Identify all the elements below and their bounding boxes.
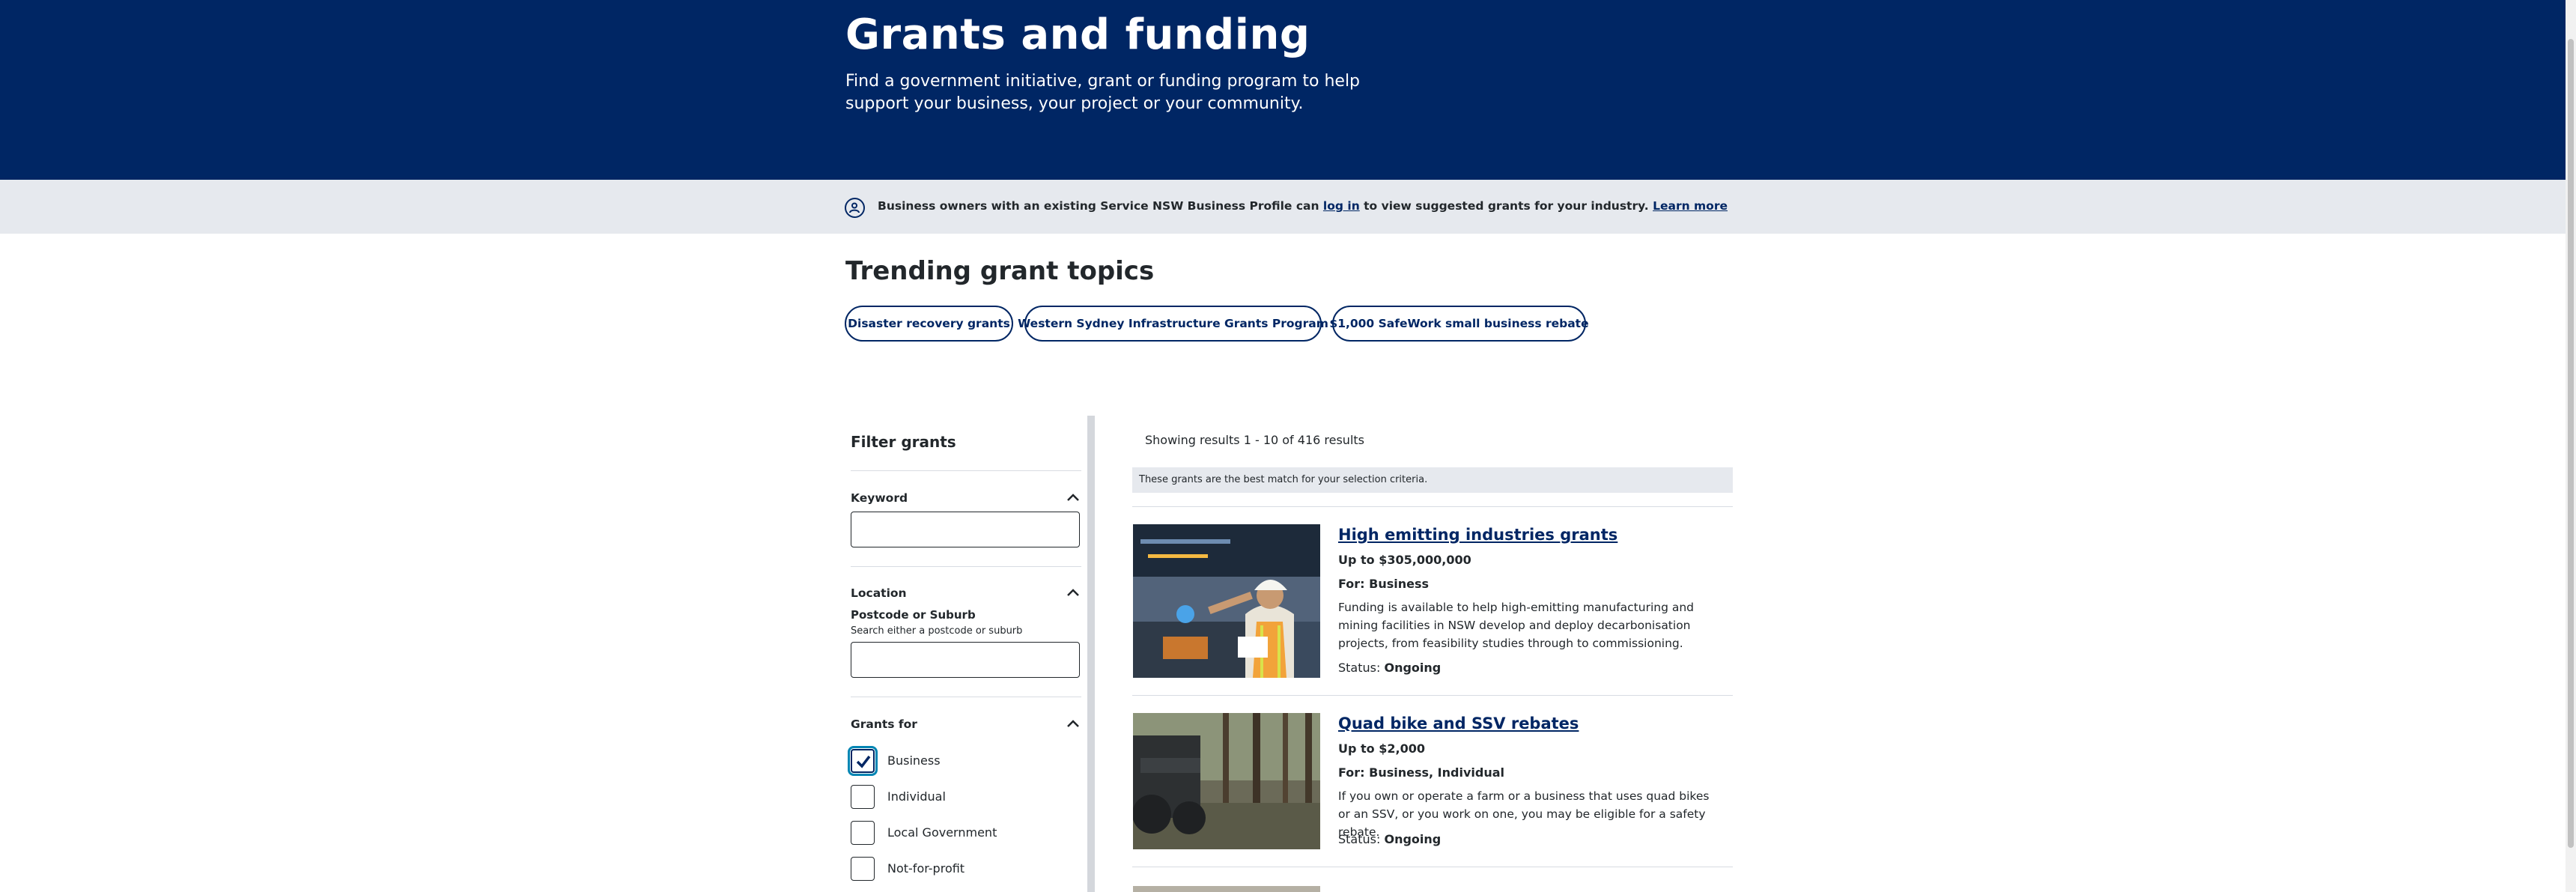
- scrollbar-thumb[interactable]: [2568, 39, 2574, 848]
- keyword-input[interactable]: [851, 512, 1080, 547]
- page-title: Grants and funding: [845, 10, 1310, 59]
- filter-scrollbar[interactable]: [1087, 416, 1095, 892]
- result-status-label: Status:: [1338, 832, 1381, 846]
- chevron-up-icon[interactable]: [1066, 588, 1080, 597]
- result-divider: [1132, 695, 1733, 696]
- individual-option-label[interactable]: Individual: [887, 789, 946, 804]
- page-intro: Find a government initiative, grant or f…: [845, 72, 1361, 113]
- result-title-link[interactable]: Quad bike and SSV rebates: [1338, 714, 1579, 732]
- postcode-label: Postcode or Suburb: [851, 608, 976, 622]
- best-match-notice: These grants are the best match for your…: [1132, 467, 1733, 493]
- checkmark-icon: [856, 755, 871, 768]
- notice-text-end: to view suggested grants for your indust…: [1359, 199, 1653, 213]
- local-government-option-label[interactable]: Local Government: [887, 825, 997, 840]
- best-match-text: These grants are the best match for your…: [1139, 474, 1428, 485]
- grants-for-label: Grants for: [851, 717, 917, 731]
- user-profile-icon: [845, 198, 865, 218]
- learn-more-link[interactable]: Learn more: [1653, 199, 1728, 213]
- location-label: Location: [851, 586, 907, 600]
- individual-checkbox[interactable]: [851, 785, 875, 809]
- postcode-input[interactable]: [851, 642, 1080, 678]
- results-count: Showing results 1 - 10 of 416 results: [1145, 433, 1364, 447]
- filter-divider: [851, 566, 1081, 567]
- business-profile-notice: Business owners with an existing Service…: [0, 180, 2566, 234]
- result-status-value: Ongoing: [1384, 832, 1442, 846]
- result-status-label: Status:: [1338, 661, 1381, 675]
- result-image-industrial-worker[interactable]: [1133, 524, 1320, 678]
- topic-pill-western-sydney[interactable]: Western Sydney Infrastructure Grants Pro…: [1018, 306, 1328, 342]
- result-image-partial[interactable]: [1133, 886, 1320, 892]
- filter-divider: [851, 470, 1081, 471]
- filter-heading: Filter grants: [851, 433, 956, 451]
- result-divider: [1132, 506, 1733, 507]
- notice-text-start: Business owners with an existing Service…: [878, 199, 1323, 213]
- page-scrollbar[interactable]: [2566, 0, 2576, 892]
- notice-text: Business owners with an existing Service…: [878, 199, 1728, 213]
- not-for-profit-checkbox[interactable]: [851, 857, 875, 881]
- business-option-label[interactable]: Business: [887, 753, 941, 768]
- not-for-profit-option-label[interactable]: Not-for-profit: [887, 861, 965, 876]
- topic-pill-safework-rebate[interactable]: $1,000 SafeWork small business rebate: [1329, 306, 1589, 342]
- result-amount: Up to $305,000,000: [1338, 553, 1471, 567]
- local-government-checkbox[interactable]: [851, 821, 875, 845]
- topic-pill-disaster-recovery[interactable]: Disaster recovery grants: [845, 306, 1013, 342]
- chevron-up-icon[interactable]: [1066, 719, 1080, 728]
- keyword-label: Keyword: [851, 491, 908, 505]
- result-image-quad-bike[interactable]: [1133, 713, 1320, 849]
- hero-banner: Grants and funding Find a government ini…: [0, 0, 2566, 180]
- login-link[interactable]: log in: [1323, 199, 1360, 213]
- result-description: Funding is available to help high-emitti…: [1338, 601, 1694, 650]
- result-status-value: Ongoing: [1384, 661, 1442, 675]
- result-title-link[interactable]: High emitting industries grants: [1338, 526, 1617, 544]
- business-checkbox[interactable]: [848, 746, 878, 776]
- chevron-up-icon[interactable]: [1066, 493, 1080, 502]
- postcode-helper: Search either a postcode or suburb: [851, 625, 1023, 637]
- result-status: Status: Ongoing: [1338, 832, 1441, 846]
- result-eligibility: For: Business: [1338, 577, 1430, 591]
- result-status: Status: Ongoing: [1338, 661, 1441, 675]
- trending-topics-heading: Trending grant topics: [845, 256, 1155, 286]
- result-amount: Up to $2,000: [1338, 741, 1425, 756]
- result-eligibility: For: Business, Individual: [1338, 765, 1504, 780]
